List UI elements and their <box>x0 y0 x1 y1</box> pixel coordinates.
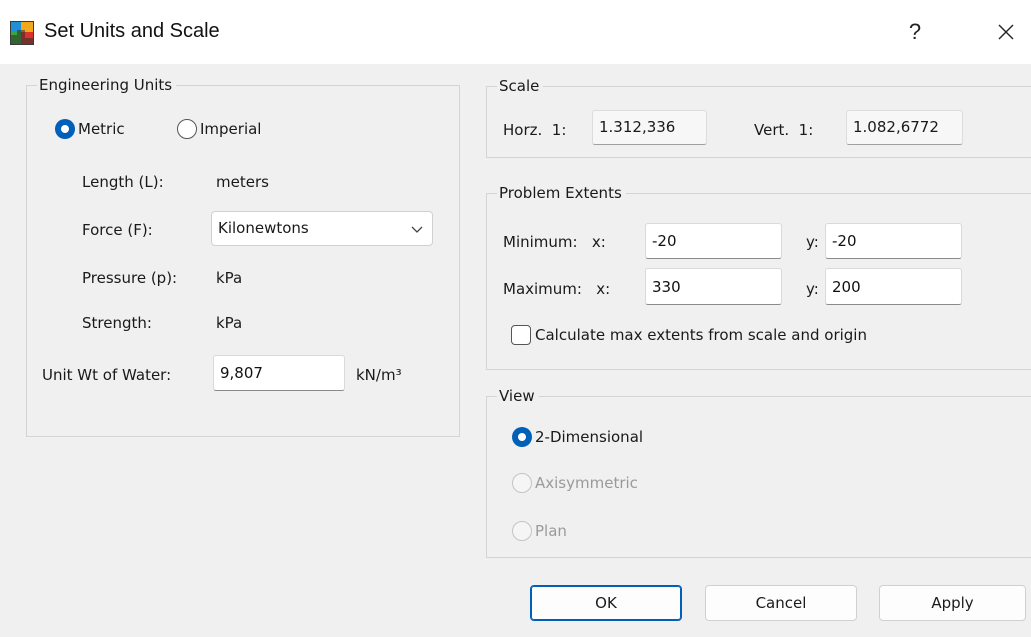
title-bar: Set Units and Scale ? <box>0 0 1031 64</box>
view-legend: View <box>497 386 539 406</box>
unit-wt-units: kN/m³ <box>356 366 402 384</box>
horz-scale-value: 1.312,336 <box>592 110 707 145</box>
min-y-input[interactable] <box>825 223 962 259</box>
chevron-down-icon <box>410 212 424 245</box>
strength-value: kPa <box>216 314 243 332</box>
metric-label: Metric <box>78 120 125 138</box>
view-axisymmetric-label: Axisymmetric <box>535 474 638 492</box>
unit-wt-label: Unit Wt of Water: <box>42 366 172 384</box>
vert-scale-value: 1.082,6772 <box>846 110 963 145</box>
length-value: meters <box>216 173 269 191</box>
maximum-x-label: Maximum: x: <box>503 280 611 298</box>
force-selected-value: Kilonewtons <box>218 219 309 237</box>
min-y-label: y: <box>806 233 819 251</box>
force-dropdown[interactable]: Kilonewtons <box>211 211 433 246</box>
vert-scale-label: Vert. 1: <box>754 121 814 139</box>
dialog-title: Set Units and Scale <box>44 20 220 42</box>
calc-max-extents-checkbox[interactable]: Calculate max extents from scale and ori… <box>511 325 867 345</box>
imperial-label: Imperial <box>200 120 262 138</box>
radio-indicator <box>55 119 75 139</box>
view-plan-radio[interactable]: Plan <box>512 521 567 541</box>
pressure-value: kPa <box>216 269 243 287</box>
length-label: Length (L): <box>82 173 164 191</box>
apply-button[interactable]: Apply <box>879 585 1026 621</box>
view-2d-radio[interactable]: 2-Dimensional <box>512 427 643 447</box>
engineering-units-legend: Engineering Units <box>37 75 177 95</box>
imperial-radio[interactable]: Imperial <box>177 119 261 139</box>
radio-indicator <box>512 427 532 447</box>
scale-legend: Scale <box>497 76 544 96</box>
min-x-input[interactable] <box>645 223 782 259</box>
max-y-input[interactable] <box>825 268 962 305</box>
pressure-label: Pressure (p): <box>82 269 178 287</box>
cancel-button[interactable]: Cancel <box>705 585 857 621</box>
minimum-x-label: Minimum: x: <box>503 233 606 251</box>
force-label: Force (F): <box>82 221 153 239</box>
unit-wt-water-input[interactable] <box>213 355 345 391</box>
view-axisymmetric-radio[interactable]: Axisymmetric <box>512 473 638 493</box>
strength-label: Strength: <box>82 314 152 332</box>
help-button[interactable]: ? <box>895 14 935 50</box>
view-2d-label: 2-Dimensional <box>535 428 644 446</box>
view-plan-label: Plan <box>535 522 567 540</box>
close-icon <box>998 24 1014 40</box>
calc-max-extents-label: Calculate max extents from scale and ori… <box>535 326 867 344</box>
max-y-label: y: <box>806 280 819 298</box>
radio-indicator <box>177 119 197 139</box>
metric-radio[interactable]: Metric <box>55 119 125 139</box>
close-button[interactable] <box>986 14 1026 50</box>
horz-scale-label: Horz. 1: <box>503 121 567 139</box>
checkbox-box <box>511 325 531 345</box>
radio-indicator <box>512 473 532 493</box>
ok-button[interactable]: OK <box>530 585 682 621</box>
rocscience-app-icon <box>10 21 34 45</box>
max-x-input[interactable] <box>645 268 782 305</box>
radio-indicator <box>512 521 532 541</box>
problem-extents-legend: Problem Extents <box>497 183 626 203</box>
